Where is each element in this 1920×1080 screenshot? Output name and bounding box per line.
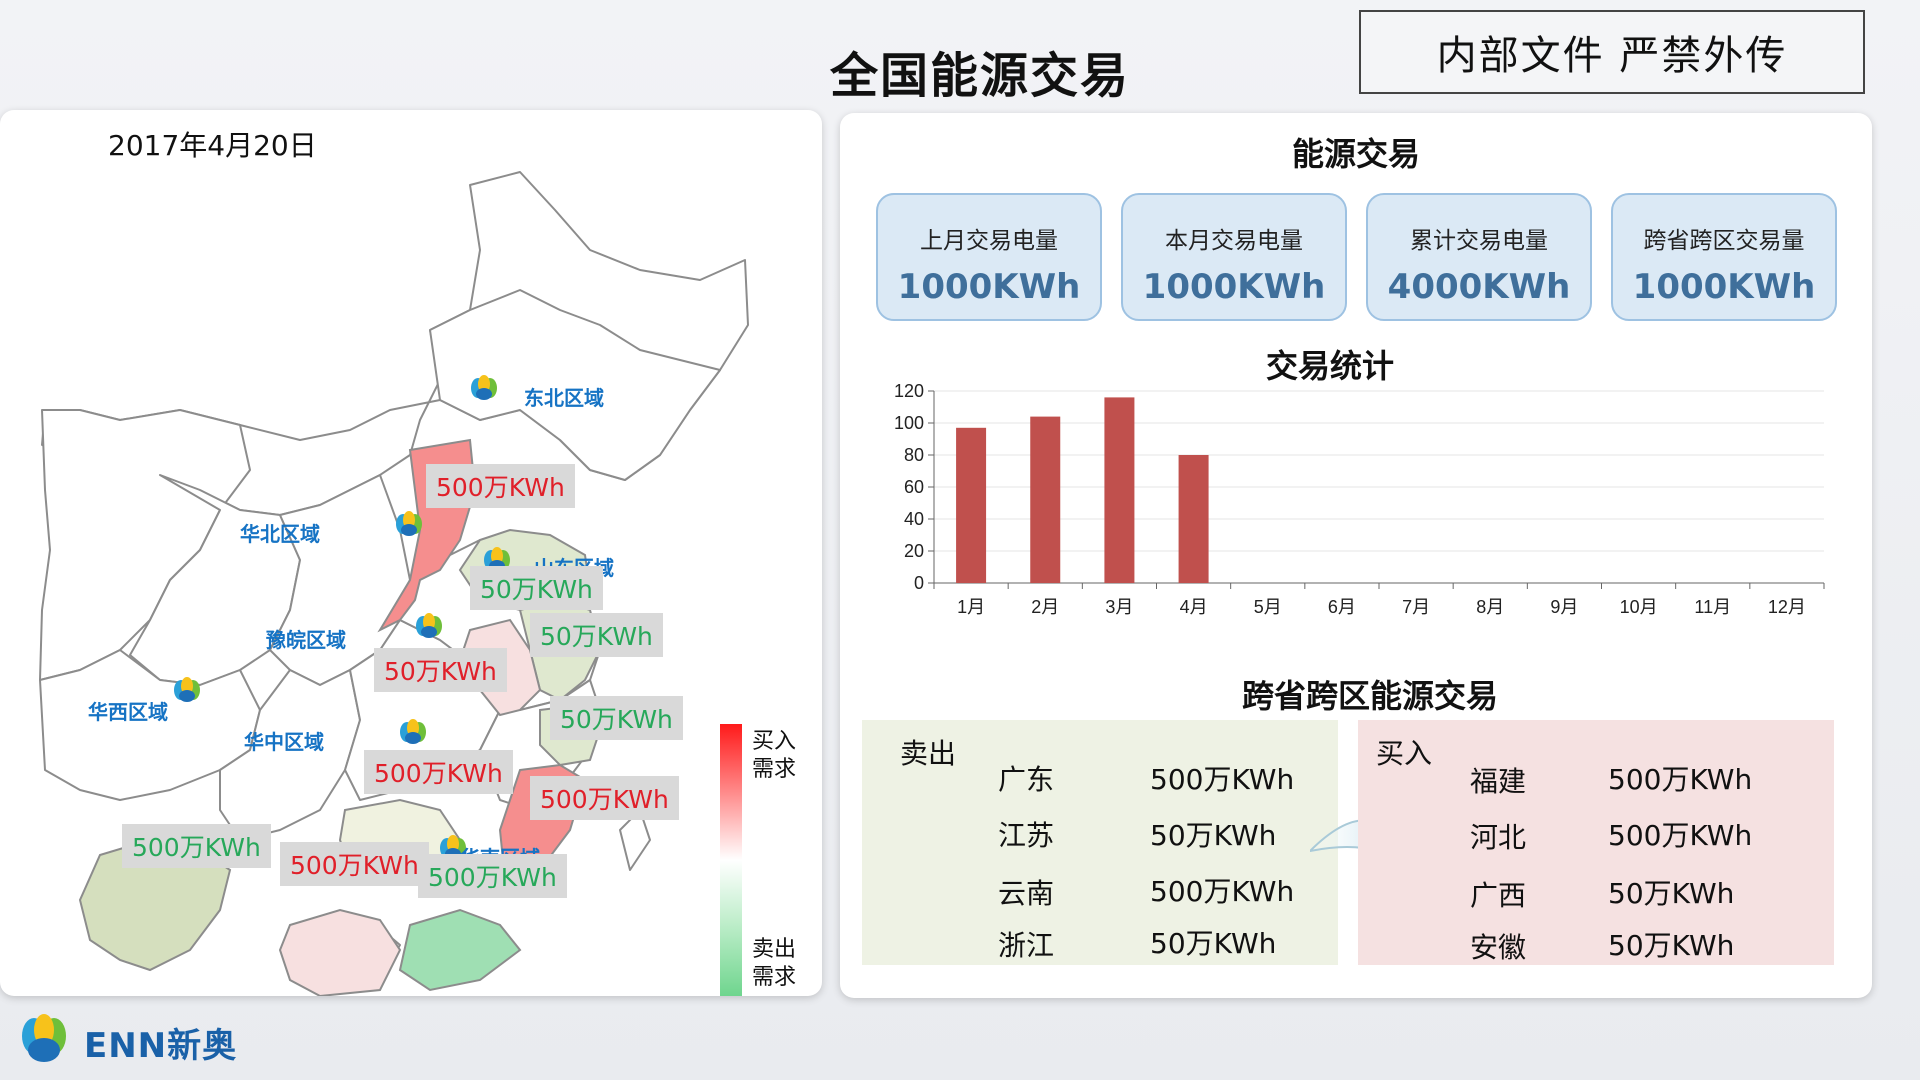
sell-value: 50万KWh [1150,819,1277,852]
chart-ytick-label: 100 [894,413,924,433]
sell-value: 50万KWh [1150,927,1277,960]
trade-bar-chart[interactable]: 0 20 40 60 80 100 120 1月 2月 3月 4月 5月 6月 7月 8月 9月 10月 11月 1… [840,113,1872,633]
trade-tag: 50万KWh [530,613,663,657]
chart-ytick-label: 80 [904,445,924,465]
region-fill-guangdong [398,908,522,992]
trade-tag: 500万KWh [364,750,513,794]
sell-value: 500万KWh [1150,763,1295,796]
chart-ytick-label: 20 [904,541,924,561]
sell-value: 500万KWh [1150,875,1295,908]
chart-xtick-label: 1月 [957,597,985,617]
region-label-northeast[interactable]: 东北区域 [524,382,604,411]
buy-label: 买入 [1376,737,1433,770]
demand-legend-bar [720,724,742,996]
chart-xtick-label: 5月 [1254,597,1282,617]
chart-bar [1104,397,1135,583]
trade-tag: 50万KWh [550,696,683,740]
enn-logo-icon [22,1014,66,1062]
chart-ytick-label: 60 [904,477,924,497]
trade-tag: 500万KWh [418,854,567,898]
trade-tag: 50万KWh [374,648,507,692]
region-label-central[interactable]: 华中区域 [244,726,324,755]
chart-xtick-label: 6月 [1328,597,1356,617]
buy-province: 河北 [1470,821,1527,854]
brand-name: ENN新奥 [84,1026,238,1066]
region-label-west[interactable]: 华西区域 [88,696,168,725]
buy-province: 安徽 [1470,931,1527,964]
region-pin-icon[interactable] [396,718,430,748]
chart-xtick-label: 12月 [1768,597,1806,617]
chart-ytick-label: 120 [894,381,924,401]
trade-tag: 500万KWh [280,842,429,886]
chart-bar [956,427,987,583]
trade-tag: 500万KWh [426,464,575,508]
chart-xtick-label: 4月 [1180,597,1208,617]
chart-xtick-label: 7月 [1402,597,1430,617]
region-pin-icon[interactable] [467,374,501,404]
energy-trade-panel: 能源交易 上月交易电量 1000KWh 本月交易电量 1000KWh 累计交易电… [840,113,1872,998]
chart-bar [1030,416,1061,583]
trade-tag: 50万KWh [470,566,603,610]
buy-table: 买入 福建 500万KWh 河北 500万KWh 广西 50万KWh 安徽 50… [1358,720,1834,965]
buy-province: 广西 [1470,879,1527,912]
cross-region-title: 跨省跨区能源交易 [1241,677,1498,715]
region-pin-icon[interactable] [412,612,446,642]
chart-xtick-label: 10月 [1620,597,1658,617]
trade-tag: 500万KWh [122,824,271,868]
chart-xtick-label: 9月 [1550,597,1578,617]
confidential-notice: 内部文件 严禁外传 [1359,10,1865,94]
chart-ytick-label: 0 [914,573,924,593]
sell-province: 浙江 [998,929,1055,962]
chart-xtick-label: 11月 [1694,597,1731,617]
buy-value: 500万KWh [1608,819,1753,852]
chart-xtick-label: 8月 [1476,597,1504,617]
map-panel: 2017年4月20日 东北区域 华北区域 豫皖区域 华西区域 华中区域 500万… [0,110,822,996]
buy-province: 福建 [1470,765,1527,798]
region-fill-guangxi [278,908,402,996]
region-label-north[interactable]: 华北区域 [240,518,320,547]
sell-province: 云南 [998,877,1055,910]
sell-table: 卖出 广东 500万KWh 江苏 50万KWh 云南 500万KWh 浙江 50… [862,720,1338,965]
legend-buy-label: 买入 需求 [752,729,797,782]
region-pin-icon[interactable] [170,676,204,706]
buy-value: 500万KWh [1608,763,1753,796]
region-label-yuwan[interactable]: 豫皖区域 [266,624,346,653]
chart-ytick-label: 40 [904,509,924,529]
buy-value: 50万KWh [1608,877,1735,910]
sell-province: 江苏 [998,819,1055,852]
buy-value: 50万KWh [1608,929,1735,962]
chart-bar [1178,455,1209,583]
trade-tag: 500万KWh [530,776,679,820]
page-title: 全国能源交易 [829,48,1130,104]
legend-sell-label: 卖出 需求 [752,937,797,990]
chart-xtick-label: 2月 [1031,597,1059,617]
sell-label: 卖出 [900,737,957,770]
chart-xtick-label: 3月 [1105,597,1133,617]
region-pin-icon[interactable] [392,510,426,540]
sell-province: 广东 [998,763,1055,796]
